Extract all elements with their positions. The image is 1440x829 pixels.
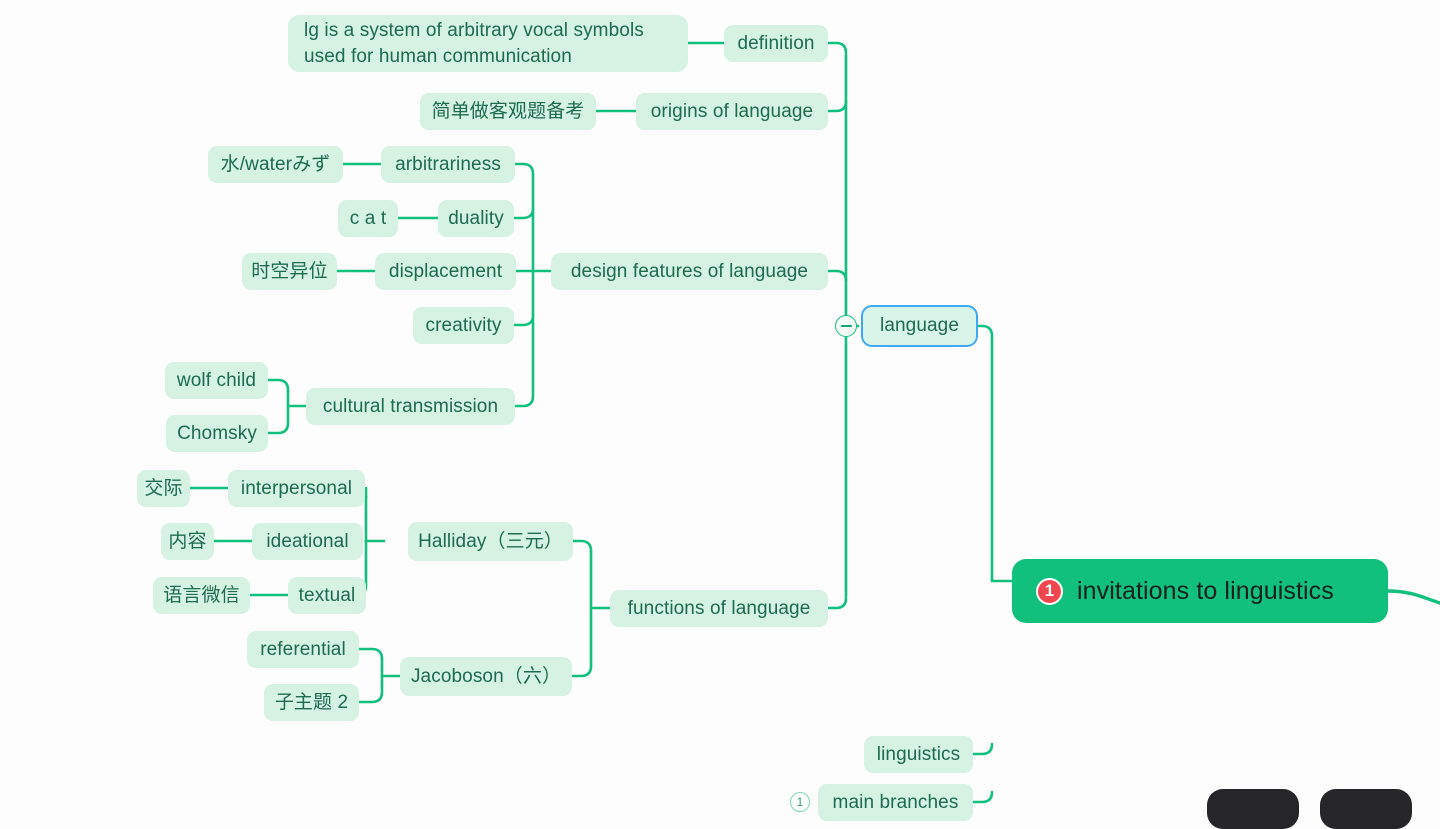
- node-design-features-of-language[interactable]: design features of language: [551, 253, 828, 290]
- node-duality[interactable]: duality: [438, 200, 514, 237]
- node-displacement-example[interactable]: 时空异位: [242, 253, 337, 290]
- node-definition[interactable]: definition: [724, 25, 828, 62]
- node-subtopic-2[interactable]: 子主题 2: [264, 684, 359, 721]
- root-badge-icon: 1: [1036, 577, 1063, 605]
- node-linguistics[interactable]: linguistics: [864, 736, 973, 773]
- node-halliday[interactable]: Halliday（三元）: [408, 522, 573, 561]
- toolbar-button-left[interactable]: [1207, 789, 1299, 829]
- node-interpersonal[interactable]: interpersonal: [228, 470, 365, 507]
- node-displacement[interactable]: displacement: [375, 253, 516, 290]
- count-badge-main-branches[interactable]: 1: [790, 792, 810, 812]
- node-interpersonal-example[interactable]: 交际: [137, 470, 190, 507]
- node-ideational[interactable]: ideational: [252, 523, 363, 560]
- minus-circle-icon[interactable]: [835, 315, 857, 337]
- node-duality-example[interactable]: c a t: [338, 200, 398, 237]
- root-label: invitations to linguistics: [1077, 576, 1334, 605]
- minus-bar: [840, 325, 852, 327]
- node-origins-detail[interactable]: 简单做客观题备考: [420, 93, 596, 130]
- node-origins-of-language[interactable]: origins of language: [636, 93, 828, 130]
- node-functions-of-language[interactable]: functions of language: [610, 590, 828, 627]
- toolbar-button-right[interactable]: [1320, 789, 1412, 829]
- node-wolf-child[interactable]: wolf child: [165, 362, 268, 399]
- node-chomsky[interactable]: Chomsky: [166, 415, 268, 452]
- node-textual[interactable]: textual: [288, 577, 366, 614]
- node-arbitrariness-example[interactable]: 水/waterみず: [208, 146, 343, 183]
- node-creativity[interactable]: creativity: [413, 307, 514, 344]
- mindmap-canvas[interactable]: lg is a system of arbitrary vocal symbol…: [0, 0, 1440, 829]
- node-language[interactable]: language: [861, 305, 978, 347]
- node-main-branches[interactable]: main branches: [818, 784, 973, 821]
- node-arbitrariness[interactable]: arbitrariness: [381, 146, 515, 183]
- node-textual-example[interactable]: 语言微信: [153, 577, 250, 614]
- node-root-invitations-to-linguistics[interactable]: 1 invitations to linguistics: [1012, 559, 1388, 623]
- node-referential[interactable]: referential: [247, 631, 359, 668]
- node-cultural-transmission[interactable]: cultural transmission: [306, 388, 515, 425]
- node-jacoboson[interactable]: Jacoboson（六）: [400, 657, 572, 696]
- node-definition-detail[interactable]: lg is a system of arbitrary vocal symbol…: [288, 15, 688, 72]
- node-ideational-example[interactable]: 内容: [161, 523, 214, 560]
